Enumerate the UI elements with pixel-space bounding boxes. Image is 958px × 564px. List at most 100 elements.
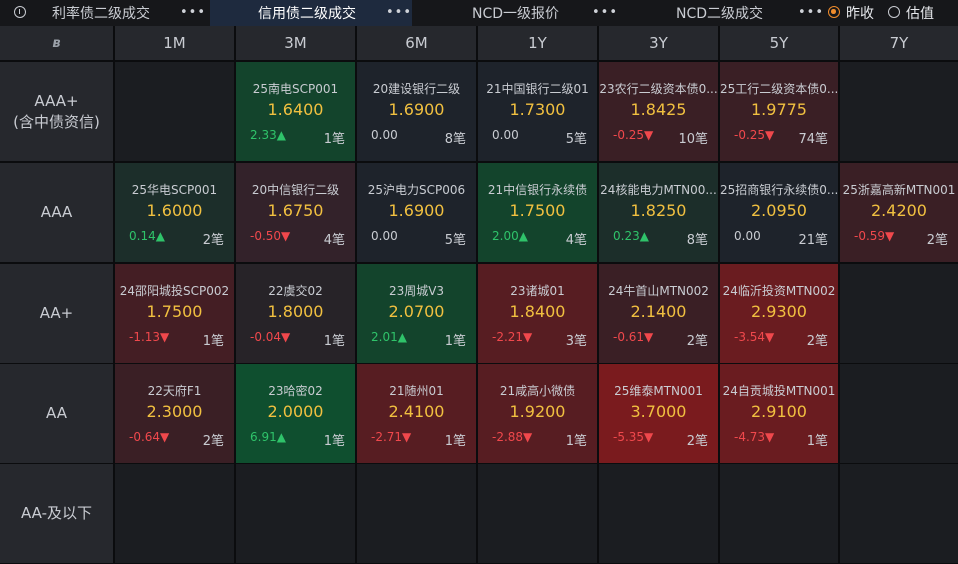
bond-name: 25南电SCP001 <box>252 82 339 96</box>
empty-cell <box>599 464 718 563</box>
tab-label: 信用债二级成交 <box>258 6 356 22</box>
bond-cell[interactable]: 25南电SCP001 1.6400 2.33▲ 1笔 <box>236 62 355 161</box>
bond-name: 24牛首山MTN002 <box>608 284 709 298</box>
yield-change: -0.61▼ <box>613 330 654 344</box>
bond-cell[interactable]: 21中国银行二级01 1.7300 0.00 5笔 <box>478 62 597 161</box>
yield-change: 0.00 <box>492 128 519 142</box>
column-header-1y: 1Y <box>478 26 597 60</box>
row-header: AAA <box>0 163 113 262</box>
bond-yield: 2.4200 <box>871 201 927 220</box>
bond-yield: 1.9775 <box>751 100 807 119</box>
bond-cell[interactable]: 25浙嘉高新MTN001 2.4200 -0.59▼ 2笔 <box>840 163 958 262</box>
bond-cell[interactable]: 23农行二级资本债0... 1.8425 -0.25▼ 10笔 <box>599 62 718 161</box>
row-header-text: AA-及以下 <box>21 503 92 524</box>
trade-count: 2笔 <box>202 434 224 449</box>
trade-count: 2笔 <box>686 334 708 349</box>
trade-count: 2笔 <box>806 334 828 349</box>
bond-cell[interactable]: 21咸高小微债 1.9200 -2.88▼ 1笔 <box>478 364 597 463</box>
bond-name: 25招商银行永续债0... <box>720 183 838 197</box>
bond-cell[interactable]: 22天府F1 2.3000 -0.64▼ 2笔 <box>115 364 234 463</box>
yield-change: 0.00 <box>371 128 398 142</box>
rating-label: AA <box>46 404 67 422</box>
tab-rate-bond-secondary[interactable]: 利率债二级成交 ••• <box>30 0 210 26</box>
bond-yield: 1.6900 <box>388 201 445 220</box>
bond-name: 20中信银行二级 <box>251 183 340 197</box>
bond-yield: 1.7500 <box>509 201 566 220</box>
more-options-icon[interactable]: ••• <box>180 5 206 20</box>
yield-change: -5.35▼ <box>613 430 654 444</box>
trade-count: 2笔 <box>202 233 224 248</box>
bond-name: 25华电SCP001 <box>131 183 218 197</box>
trade-count: 8笔 <box>444 132 466 147</box>
bond-name: 20建设银行二级 <box>372 82 461 96</box>
bond-cell[interactable]: 22虞交02 1.8000 -0.04▼ 1笔 <box>236 264 355 363</box>
column-header-3y: 3Y <box>599 26 718 60</box>
bond-name: 21咸高小微债 <box>499 384 576 398</box>
empty-cell <box>236 464 355 563</box>
bond-yield: 1.8250 <box>630 201 687 220</box>
bond-cell[interactable]: 24自贡城投MTN001 2.9100 -4.73▼ 1笔 <box>720 364 838 463</box>
column-header-6m: 6M <box>357 26 476 60</box>
trade-count: 21笔 <box>798 233 828 248</box>
bond-cell[interactable]: 25华电SCP001 1.6000 0.14▲ 2笔 <box>115 163 234 262</box>
trade-count: 4笔 <box>323 233 345 248</box>
bond-name: 25工行二级资本债0... <box>720 82 838 96</box>
yield-change: 2.01▲ <box>371 330 407 344</box>
bond-yield: 3.7000 <box>630 402 687 421</box>
radio-label-valuation[interactable]: 估值 <box>906 3 934 23</box>
yield-change: -1.13▼ <box>129 330 170 344</box>
bond-cell[interactable]: 24临沂投资MTN002 2.9300 -3.54▼ 2笔 <box>720 264 838 363</box>
bond-name: 23周城V3 <box>388 284 445 298</box>
yield-change: -2.71▼ <box>371 430 412 444</box>
yield-change: 2.33▲ <box>250 128 286 142</box>
tab-credit-bond-secondary[interactable]: 信用债二级成交 ••• <box>210 0 412 26</box>
bond-cell[interactable]: 25沪电力SCP006 1.6900 0.00 5笔 <box>357 163 476 262</box>
tab-ncd-secondary[interactable]: NCD二级成交 ••• <box>614 0 823 26</box>
more-options-icon[interactable]: ••• <box>386 5 412 20</box>
bond-cell[interactable]: 24邵阳城投SCP002 1.7500 -1.13▼ 1笔 <box>115 264 234 363</box>
yield-change: -4.73▼ <box>734 430 775 444</box>
rating-label: AA+ <box>39 304 74 322</box>
yield-change: 0.00 <box>371 229 398 243</box>
bond-yield: 1.7500 <box>146 302 203 321</box>
bond-cell[interactable]: 20中信银行二级 1.6750 -0.50▼ 4笔 <box>236 163 355 262</box>
yield-change: 0.00 <box>734 229 761 243</box>
bond-cell[interactable]: 21中信银行永续债 1.7500 2.00▲ 4笔 <box>478 163 597 262</box>
bond-yield: 2.0700 <box>388 302 445 321</box>
radio-label-prev-close[interactable]: 昨收 <box>846 3 874 23</box>
row-header-text: AA+ <box>40 303 74 324</box>
trade-count: 1笔 <box>323 132 345 147</box>
bond-name: 24临沂投资MTN002 <box>722 284 836 298</box>
bond-name: 23农行二级资本债0... <box>599 82 718 96</box>
yield-change: -0.64▼ <box>129 430 170 444</box>
bond-name: 24自贡城投MTN001 <box>722 384 836 398</box>
bond-cell[interactable]: 23周城V3 2.0700 2.01▲ 1笔 <box>357 264 476 363</box>
bond-cell[interactable]: 24牛首山MTN002 2.1400 -0.61▼ 2笔 <box>599 264 718 363</box>
trade-count: 74笔 <box>798 132 828 147</box>
bond-cell[interactable]: 24核能电力MTN00... 1.8250 0.23▲ 8笔 <box>599 163 718 262</box>
bond-cell[interactable]: 23哈密02 2.0000 6.91▲ 1笔 <box>236 364 355 463</box>
tab-ncd-primary-quote[interactable]: NCD一级报价 ••• <box>412 0 617 26</box>
yield-change: 6.91▲ <box>250 430 286 444</box>
yield-change: -0.59▼ <box>854 229 895 243</box>
bond-cell[interactable]: 23诸城01 1.8400 -2.21▼ 3笔 <box>478 264 597 363</box>
radio-prev-close[interactable] <box>828 6 840 18</box>
bond-cell[interactable]: 20建设银行二级 1.6900 0.00 8笔 <box>357 62 476 161</box>
yield-change: -0.25▼ <box>613 128 654 142</box>
bond-yield: 1.7300 <box>509 100 566 119</box>
radio-valuation[interactable] <box>888 6 900 18</box>
yield-change: -3.54▼ <box>734 330 775 344</box>
info-icon[interactable] <box>14 6 26 18</box>
empty-cell <box>115 62 234 161</box>
bond-yield: 2.4100 <box>388 402 445 421</box>
row-header: AAA+ (含中债资信) <box>0 62 113 161</box>
tab-bar: 利率债二级成交 ••• 信用债二级成交 ••• NCD一级报价 ••• NCD二… <box>0 0 958 26</box>
bond-cell[interactable]: 25维泰MTN001 3.7000 -5.35▼ 2笔 <box>599 364 718 463</box>
more-options-icon[interactable]: ••• <box>798 5 824 20</box>
trade-count: 2笔 <box>686 434 708 449</box>
bond-cell[interactable]: 25工行二级资本债0... 1.9775 -0.25▼ 74笔 <box>720 62 838 161</box>
tab-label: NCD二级成交 <box>676 6 764 22</box>
bond-name: 23哈密02 <box>268 384 323 398</box>
bond-cell[interactable]: 21随州01 2.4100 -2.71▼ 1笔 <box>357 364 476 463</box>
bond-cell[interactable]: 25招商银行永续债0... 2.0950 0.00 21笔 <box>720 163 838 262</box>
